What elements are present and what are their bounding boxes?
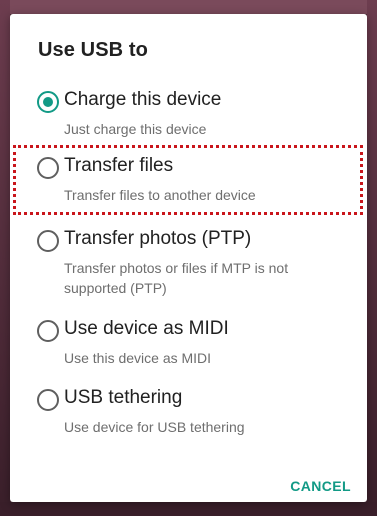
option-charge-this-device[interactable]: Charge this device Just charge this devi… bbox=[10, 86, 367, 146]
option-usb-tethering[interactable]: USB tethering Use device for USB tetheri… bbox=[10, 384, 367, 444]
option-description: Just charge this device bbox=[64, 121, 207, 137]
option-label: Transfer photos (PTP) bbox=[64, 228, 252, 249]
option-description: Use this device as MIDI bbox=[64, 350, 212, 366]
option-label: Use device as MIDI bbox=[64, 318, 229, 339]
dialog-title: Use USB to bbox=[38, 39, 148, 61]
usb-options-dialog: Use USB to Charge this device Just charg… bbox=[10, 14, 367, 502]
option-description: Transfer photos or files if MTP is not s… bbox=[64, 260, 289, 296]
radio-unselected-icon[interactable] bbox=[37, 230, 59, 252]
radio-unselected-icon[interactable] bbox=[37, 320, 59, 342]
cancel-button[interactable]: CANCEL bbox=[290, 478, 351, 494]
option-label: Charge this device bbox=[64, 89, 222, 110]
option-description: Transfer files to another device bbox=[64, 187, 256, 203]
option-transfer-photos[interactable]: Transfer photos (PTP) Transfer photos or… bbox=[10, 225, 367, 305]
background-right bbox=[367, 0, 377, 516]
option-use-device-as-midi[interactable]: Use device as MIDI Use this device as MI… bbox=[10, 315, 367, 375]
option-description: Use device for USB tethering bbox=[64, 419, 245, 435]
option-transfer-files[interactable]: Transfer files Transfer files to another… bbox=[10, 152, 367, 212]
radio-unselected-icon[interactable] bbox=[37, 157, 59, 179]
background-top bbox=[0, 0, 377, 14]
radio-dot bbox=[43, 97, 53, 107]
background-bottom bbox=[0, 502, 377, 516]
background-left bbox=[0, 0, 10, 516]
option-label: Transfer files bbox=[64, 155, 174, 176]
radio-unselected-icon[interactable] bbox=[37, 389, 59, 411]
radio-selected-icon[interactable] bbox=[37, 91, 59, 113]
option-label: USB tethering bbox=[64, 387, 183, 408]
